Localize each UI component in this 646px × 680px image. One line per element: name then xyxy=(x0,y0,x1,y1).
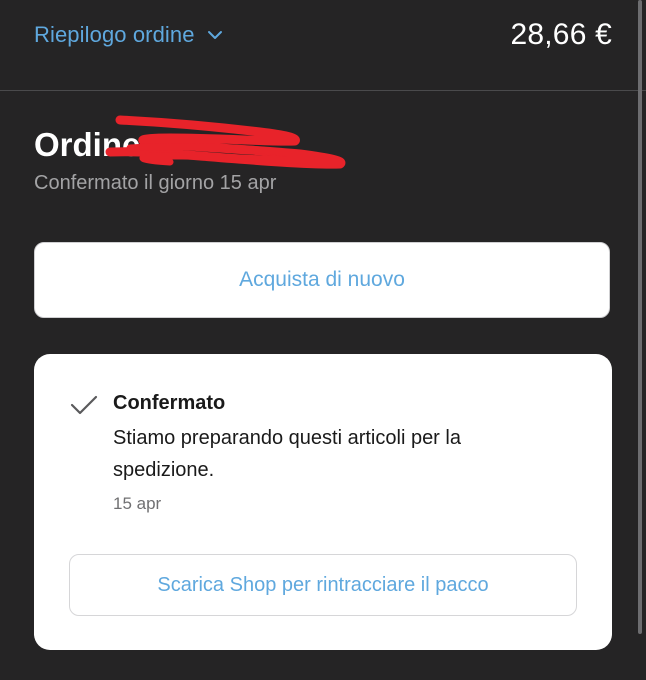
order-title-block: Ordine xyxy=(34,115,346,170)
chevron-down-icon xyxy=(207,31,222,39)
order-summary-label: Riepilogo ordine xyxy=(34,22,195,47)
buy-again-button[interactable]: Acquista di nuovo xyxy=(34,242,610,318)
order-confirmed-date: Confermato il giorno 15 apr xyxy=(34,172,277,194)
status-date: 15 apr xyxy=(113,494,162,513)
order-summary-toggle[interactable]: Riepilogo ordine xyxy=(34,22,223,48)
scrollbar[interactable] xyxy=(638,0,642,634)
status-card: Confermato Stiamo preparando questi arti… xyxy=(34,354,612,650)
track-package-button[interactable]: Scarica Shop per rintracciare il pacco xyxy=(69,554,577,616)
status-description: Stiamo preparando questi articoli per la… xyxy=(113,427,461,481)
order-total: 28,66 € xyxy=(510,18,612,51)
redaction-scribble xyxy=(105,115,346,169)
header-bar: Riepilogo ordine 28,66 € xyxy=(0,0,646,91)
status-title: Confermato xyxy=(113,392,226,414)
checkmark-icon xyxy=(70,395,98,415)
